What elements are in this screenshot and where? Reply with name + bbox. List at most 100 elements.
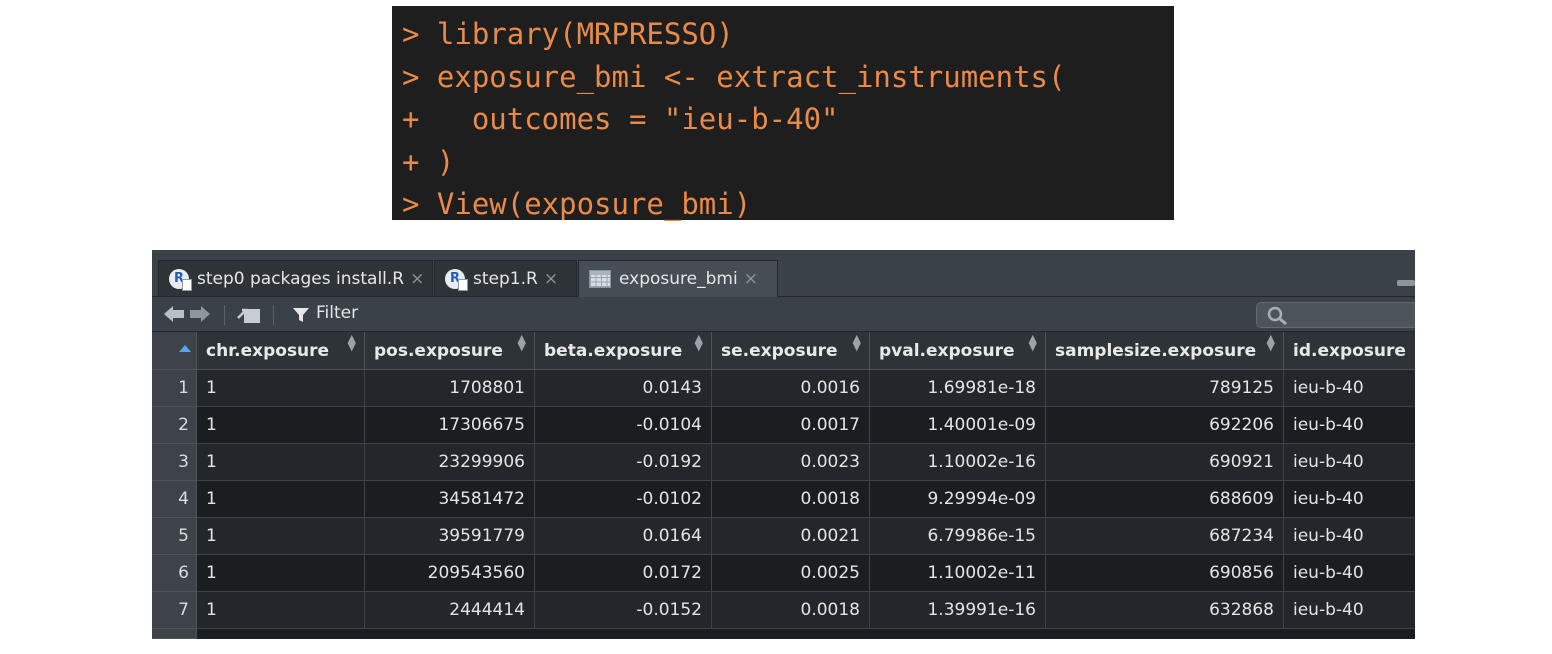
search-icon (1267, 306, 1289, 330)
column-header-label: pval.exposure (879, 341, 1015, 361)
column-header[interactable]: chr.exposure ▲ ▼ (197, 332, 365, 370)
table-cell[interactable]: 17306675 (365, 407, 535, 444)
table-cell[interactable]: 632868 (1046, 592, 1284, 629)
table-cell[interactable]: 1.10002e-11 (870, 555, 1046, 592)
close-icon[interactable]: × (410, 269, 424, 289)
table-cell[interactable]: ieu-b-40 (1284, 407, 1415, 444)
sort-icon: ▲ ▼ (517, 332, 526, 353)
close-icon[interactable]: × (744, 269, 758, 289)
row-number: 2 (152, 407, 197, 444)
table-cell[interactable]: 209543560 (365, 555, 535, 592)
table-cell[interactable]: 0.0143 (535, 370, 712, 407)
table-cell[interactable]: 1.69981e-18 (870, 370, 1046, 407)
search-input[interactable] (1256, 302, 1415, 328)
table-cell[interactable]: 0.0018 (712, 592, 870, 629)
sort-icon: ▲ ▼ (1266, 332, 1275, 353)
console-line: > exposure_bmi <- extract_instruments( (402, 59, 1066, 94)
close-icon[interactable]: × (544, 269, 558, 289)
column-header-label: id.exposure (1293, 341, 1406, 361)
row-number: 7 (152, 592, 197, 629)
table-cell[interactable]: 34581472 (365, 481, 535, 518)
table-cell[interactable]: 1.39991e-16 (870, 592, 1046, 629)
sort-icon: ▲ ▼ (852, 332, 861, 353)
r-file-icon: R (169, 268, 192, 291)
tab-exposure-bmi[interactable]: exposure_bmi × (578, 260, 778, 297)
table-cell[interactable]: 687234 (1046, 518, 1284, 555)
table-cell[interactable]: ieu-b-40 (1284, 555, 1415, 592)
table-cell[interactable]: 1 (197, 407, 365, 444)
table-row[interactable]: 7 1 2444414 -0.0152 0.0018 1.39991e-16 6… (152, 592, 1415, 629)
filter-icon[interactable] (292, 307, 310, 327)
forward-arrow-icon[interactable] (188, 303, 212, 329)
table-cell[interactable]: 0.0025 (712, 555, 870, 592)
table-cell[interactable]: 23299906 (365, 444, 535, 481)
toolbar-divider (224, 305, 225, 325)
table-cell[interactable]: 0.0023 (712, 444, 870, 481)
tab-label: step1.R (473, 268, 538, 289)
filter-button-label[interactable]: Filter (316, 303, 358, 323)
table-cell[interactable]: 1 (197, 370, 365, 407)
table-row[interactable]: 1 1 1708801 0.0143 0.0016 1.69981e-18 78… (152, 370, 1415, 407)
table-cell[interactable]: ieu-b-40 (1284, 370, 1415, 407)
table-cell[interactable]: 39591779 (365, 518, 535, 555)
data-grid-icon (589, 270, 611, 288)
table-cell[interactable]: 688609 (1046, 481, 1284, 518)
table-cell[interactable]: 0.0172 (535, 555, 712, 592)
table-cell[interactable]: 0.0021 (712, 518, 870, 555)
minimize-pane-icon[interactable] (1397, 280, 1415, 286)
console-line: + outcomes = "ieu-b-40" (402, 102, 839, 136)
column-header-label: chr.exposure (206, 341, 330, 361)
table-cell[interactable]: 1 (197, 555, 365, 592)
column-header[interactable]: pos.exposure ▲ ▼ (365, 332, 535, 370)
toolbar-divider (273, 305, 274, 325)
column-header[interactable]: id.exposure (1284, 332, 1415, 370)
table-cell[interactable]: ieu-b-40 (1284, 592, 1415, 629)
column-header[interactable]: samplesize.exposure ▲ ▼ (1046, 332, 1284, 370)
table-cell[interactable]: 789125 (1046, 370, 1284, 407)
column-header[interactable]: beta.exposure ▲ ▼ (535, 332, 712, 370)
table-row[interactable]: 2 1 17306675 -0.0104 0.0017 1.40001e-09 … (152, 407, 1415, 444)
table-cell[interactable]: 0.0016 (712, 370, 870, 407)
table-cell[interactable]: ieu-b-40 (1284, 444, 1415, 481)
table-cell[interactable]: 1 (197, 444, 365, 481)
tab-step0-packages-install[interactable]: R step0 packages install.R × (158, 260, 433, 296)
table-row[interactable]: 4 1 34581472 -0.0102 0.0018 9.29994e-09 … (152, 481, 1415, 518)
row-number: 1 (152, 370, 197, 407)
row-number-header[interactable] (152, 332, 197, 370)
data-viewer-pane: R step0 packages install.R × R step1.R ×… (152, 250, 1415, 639)
table-cell[interactable]: 1708801 (365, 370, 535, 407)
table-row[interactable]: 3 1 23299906 -0.0192 0.0023 1.10002e-16 … (152, 444, 1415, 481)
table-header: chr.exposure ▲ ▼ pos.exposure ▲ ▼ beta.exp… (152, 332, 1415, 370)
table-cell[interactable]: 1.40001e-09 (870, 407, 1046, 444)
table-row[interactable]: 6 1 209543560 0.0172 0.0025 1.10002e-11 … (152, 555, 1415, 592)
table-cell[interactable]: -0.0102 (535, 481, 712, 518)
table-cell[interactable]: 0.0164 (535, 518, 712, 555)
back-arrow-icon[interactable] (162, 303, 186, 329)
table-cell[interactable]: 6.79986e-15 (870, 518, 1046, 555)
table-cell[interactable]: -0.0152 (535, 592, 712, 629)
table-cell[interactable]: 690856 (1046, 555, 1284, 592)
table-cell[interactable]: 1 (197, 518, 365, 555)
table-cell[interactable]: 9.29994e-09 (870, 481, 1046, 518)
table-cell[interactable]: 0.0018 (712, 481, 870, 518)
table-cell[interactable]: 692206 (1046, 407, 1284, 444)
table-cell[interactable]: 1 (197, 481, 365, 518)
table-cell[interactable]: 690921 (1046, 444, 1284, 481)
table-cell[interactable]: -0.0192 (535, 444, 712, 481)
column-header[interactable]: pval.exposure ▲ ▼ (870, 332, 1046, 370)
column-header[interactable]: se.exposure ▲ ▼ (712, 332, 870, 370)
table-row[interactable]: 5 1 39591779 0.0164 0.0021 6.79986e-15 6… (152, 518, 1415, 555)
table-cell[interactable]: ieu-b-40 (1284, 518, 1415, 555)
open-in-window-icon[interactable] (236, 304, 262, 330)
console-snippet: > library(MRPRESSO) > exposure_bmi <- ex… (392, 6, 1174, 221)
editor-tab-bar: R step0 packages install.R × R step1.R ×… (152, 250, 1415, 297)
table-cell[interactable]: 0.0017 (712, 407, 870, 444)
table-cell[interactable]: -0.0104 (535, 407, 712, 444)
column-header-label: beta.exposure (544, 341, 683, 361)
row-number: 3 (152, 444, 197, 481)
table-cell[interactable]: 1.10002e-16 (870, 444, 1046, 481)
tab-step1[interactable]: R step1.R × (434, 260, 577, 296)
table-cell[interactable]: 1 (197, 592, 365, 629)
table-cell[interactable]: 2444414 (365, 592, 535, 629)
table-cell[interactable]: ieu-b-40 (1284, 481, 1415, 518)
